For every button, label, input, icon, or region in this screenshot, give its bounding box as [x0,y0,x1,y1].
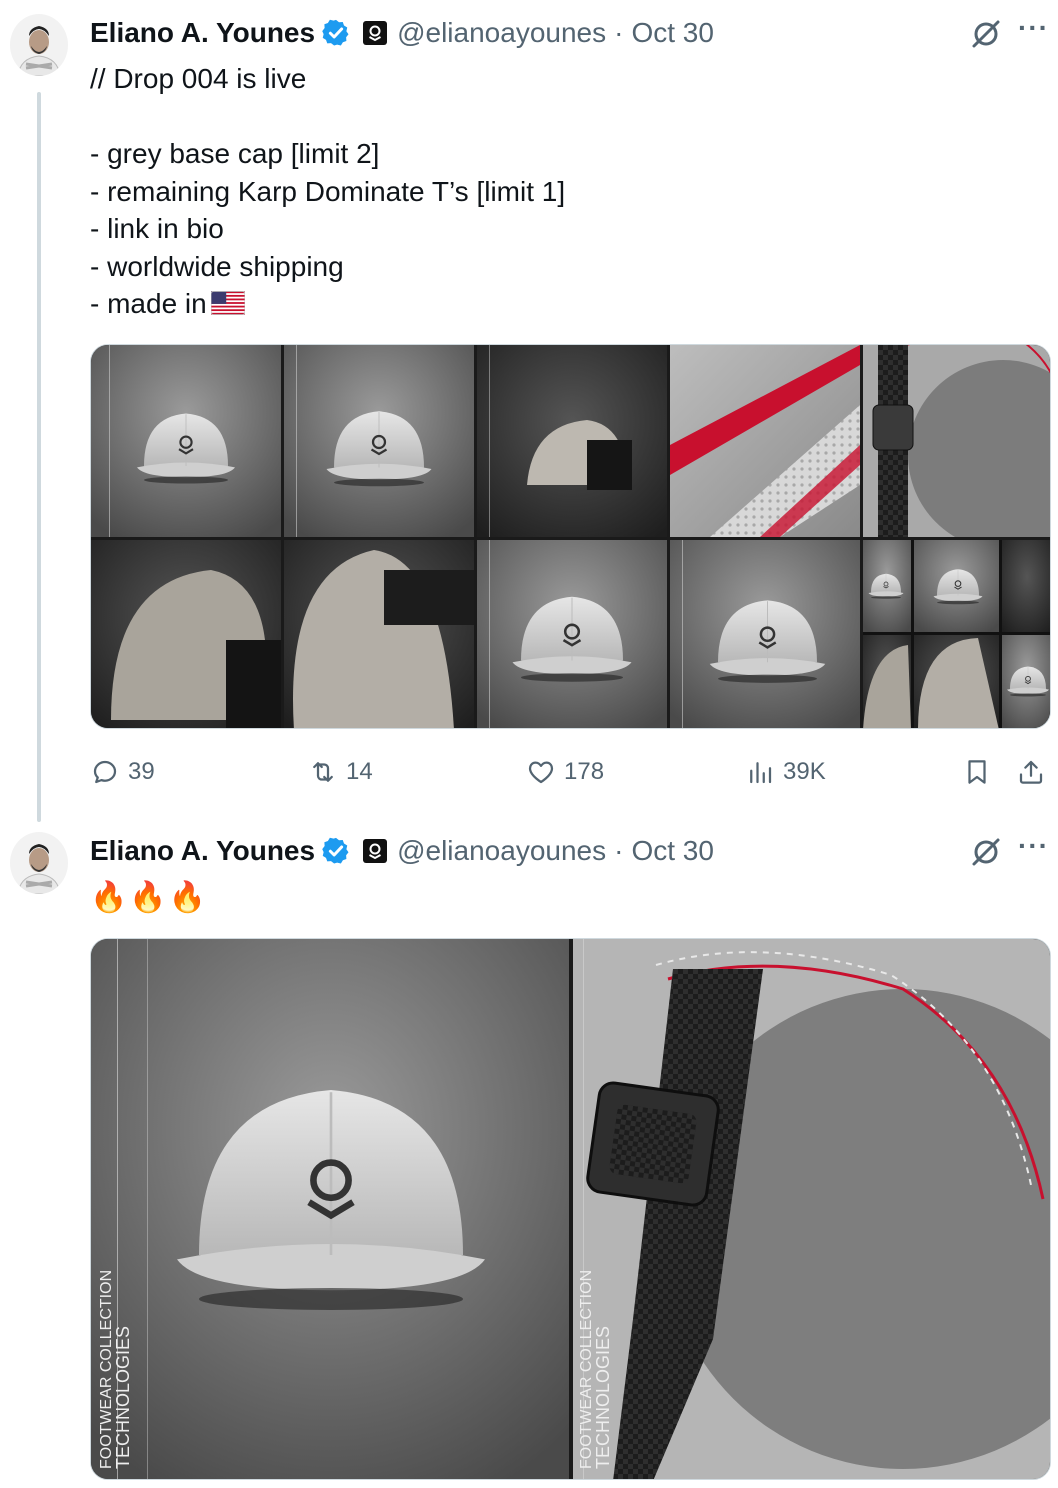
views-count: 39K [783,758,826,785]
tweet-line: - made in [90,288,207,319]
media-image[interactable] [670,345,860,537]
views-icon [750,762,772,784]
more-icon[interactable]: ··· [1018,14,1052,50]
media-image[interactable] [477,345,667,537]
avatar[interactable] [10,832,68,894]
svg-text:TECHNOLOGIES: TECHNOLOGIES [593,1326,613,1469]
media-gallery[interactable]: TECHNOLOGIES FOOTWEAR COLLECTION TECHNOL… [90,938,1051,1480]
thread-connector-line [37,92,41,822]
like-count: 178 [564,758,605,785]
palantir-affiliate-icon[interactable] [363,839,388,863]
media-image[interactable] [477,540,667,728]
author-handle[interactable]: @elianoayounes [397,835,606,867]
like-button[interactable]: 178 [526,752,604,792]
verified-badge-icon [322,837,349,864]
reply-icon [93,760,117,784]
tweet-line: - grey base cap [limit 2] [90,138,380,169]
repost-count: 14 [346,758,373,785]
tweet-line: // Drop 004 is live [90,63,307,94]
svg-text:FOOTWEAR COLLECTION: FOOTWEAR COLLECTION [98,1270,115,1469]
tweet-date[interactable]: Oct 30 [631,17,713,49]
more-icon[interactable]: ··· [1018,832,1052,868]
fire-emoji: 🔥 [90,881,128,914]
reply-button[interactable]: 39 [90,752,155,792]
separator-dot: · [614,835,624,866]
palantir-affiliate-icon[interactable] [363,21,388,45]
share-button[interactable] [1016,752,1054,792]
media-image[interactable] [91,345,281,537]
author-handle[interactable]: @elianoayounes [397,17,606,49]
repost-icon [313,762,333,782]
repost-button[interactable]: 14 [308,752,373,792]
tweet-line: - link in bio [90,213,224,244]
verified-badge-icon [322,19,349,46]
media-image[interactable] [284,540,474,728]
tweet-body: 🔥 🔥 🔥 [90,880,206,915]
fire-emoji: 🔥 [129,881,167,914]
svg-text:FOOTWEAR COLLECTION: FOOTWEAR COLLECTION [578,1270,595,1469]
tweet-body: // Drop 004 is live - grey base cap [lim… [90,60,565,323]
media-image[interactable] [670,540,860,728]
tweet-date[interactable]: Oct 30 [631,835,713,867]
media-image[interactable] [863,345,1050,537]
fire-emoji: 🔥 [168,881,207,914]
tweet-header: Eliano A. Younes @elianoayounes · Oct 30 [90,833,714,869]
tweet-header: Eliano A. Younes @elianoayounes · Oct 30 [90,15,714,51]
media-image-collage[interactable] [863,540,1050,728]
avatar[interactable] [10,14,68,76]
separator-dot: · [614,17,624,48]
author-name[interactable]: Eliano A. Younes [90,835,315,867]
bookmark-button[interactable] [962,752,1000,792]
media-gallery[interactable] [90,344,1051,729]
media-image[interactable]: TECHNOLOGIES FOOTWEAR COLLECTION [573,939,1050,1479]
author-name[interactable]: Eliano A. Younes [90,17,315,49]
grok-icon[interactable] [970,836,1002,868]
reply-count: 39 [128,758,155,785]
tweet-actions: 39 14 178 39K [90,752,1050,792]
heart-icon [528,761,554,784]
share-icon [1019,760,1043,784]
svg-text:TECHNOLOGIES: TECHNOLOGIES [113,1326,133,1469]
media-image[interactable] [284,345,474,537]
tweet-line: - remaining Karp Dominate T’s [limit 1] [90,175,566,207]
grok-icon[interactable] [970,18,1002,50]
us-flag-icon [210,291,245,315]
media-image[interactable]: TECHNOLOGIES FOOTWEAR COLLECTION [91,939,569,1479]
views-button[interactable]: 39K [745,752,826,792]
media-image[interactable] [91,540,281,728]
tweet-line: - worldwide shipping [90,250,344,282]
bookmark-icon [968,760,986,784]
